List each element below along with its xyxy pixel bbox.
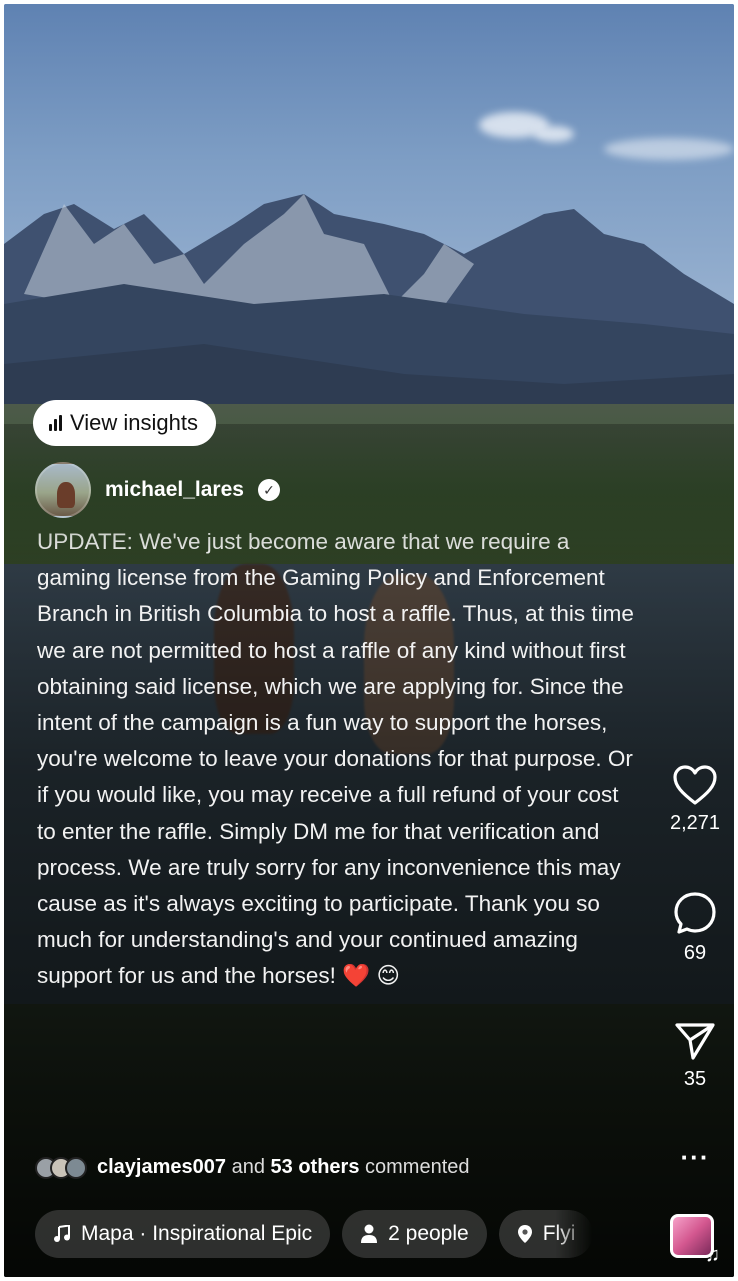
like-action[interactable]: 2,271 bbox=[652, 764, 734, 835]
reel-frame: View insights michael_lares ✓ UPDATE: We… bbox=[4, 4, 734, 1277]
metadata-chips: Mapa · Inspirational Epic 2 people Flyi bbox=[35, 1210, 647, 1260]
share-action[interactable]: 35 bbox=[652, 1020, 734, 1091]
location-pin-icon bbox=[517, 1225, 532, 1243]
comment-count: 69 bbox=[683, 942, 707, 964]
bar-chart-icon bbox=[49, 415, 62, 431]
people-chip[interactable]: 2 people bbox=[342, 1210, 487, 1258]
location-chip-label: Flyi bbox=[542, 1222, 576, 1245]
location-chip[interactable]: Flyi bbox=[498, 1210, 594, 1258]
commenter-connector: and bbox=[231, 1156, 265, 1178]
caption-text: UPDATE: We've just become aware that we … bbox=[37, 529, 634, 989]
post-author[interactable]: michael_lares ✓ bbox=[35, 462, 280, 518]
heart-icon[interactable] bbox=[672, 764, 718, 806]
commenter-others[interactable]: 53 others bbox=[271, 1156, 360, 1178]
commenter-avatars bbox=[35, 1156, 87, 1179]
verified-icon: ✓ bbox=[257, 479, 280, 501]
more-icon[interactable]: ··· bbox=[652, 1142, 734, 1173]
commenter-suffix: commented bbox=[365, 1156, 470, 1178]
people-chip-label: 2 people bbox=[388, 1222, 469, 1245]
person-icon bbox=[361, 1224, 378, 1243]
music-note-icon bbox=[54, 1225, 70, 1242]
commenter-name[interactable]: clayjames007 bbox=[97, 1156, 226, 1178]
audio-chip-label: Mapa · Inspirational Epic bbox=[81, 1222, 313, 1245]
username[interactable]: michael_lares bbox=[105, 478, 244, 502]
like-count: 2,271 bbox=[669, 812, 721, 834]
view-insights-label: View insights bbox=[70, 410, 198, 435]
comment-icon[interactable] bbox=[672, 890, 718, 936]
share-icon[interactable] bbox=[673, 1020, 717, 1062]
view-insights-button[interactable]: View insights bbox=[33, 400, 216, 446]
comment-action[interactable]: 69 bbox=[652, 890, 734, 965]
audio-chip[interactable]: Mapa · Inspirational Epic bbox=[35, 1210, 331, 1258]
commenters-summary[interactable]: clayjames007 and 53 others commented bbox=[35, 1156, 470, 1179]
post-caption[interactable]: UPDATE: We've just become aware that we … bbox=[37, 524, 637, 1136]
avatar[interactable] bbox=[35, 462, 91, 518]
share-count: 35 bbox=[683, 1068, 707, 1090]
music-note-icon: ♫ bbox=[705, 1244, 720, 1266]
